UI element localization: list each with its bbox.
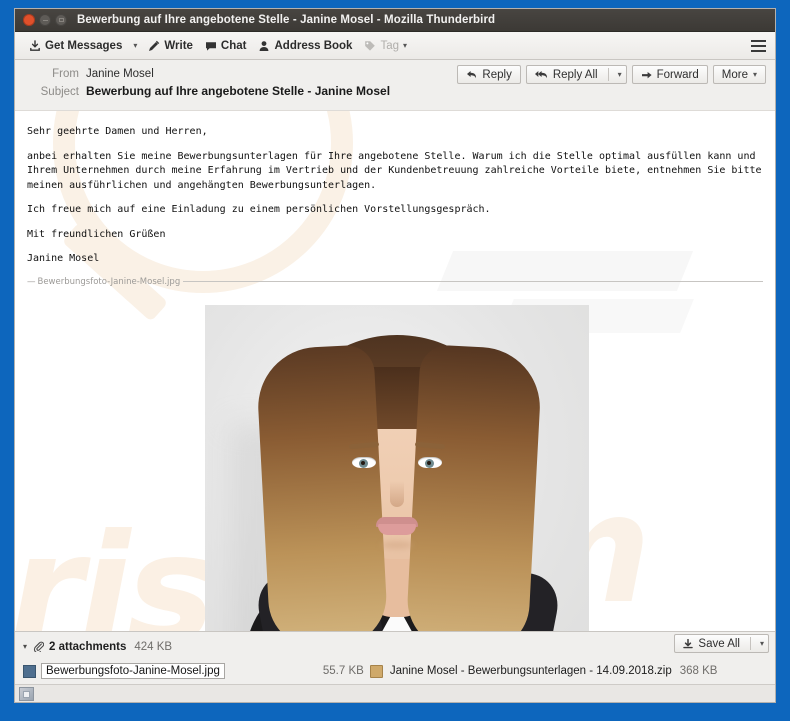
photo-nose bbox=[390, 480, 404, 507]
attachment-total-size: 424 KB bbox=[134, 640, 173, 653]
photo-pupil-left bbox=[361, 460, 365, 465]
reply-all-arrow-icon bbox=[534, 70, 548, 80]
portrait-photo[interactable] bbox=[205, 304, 589, 631]
write-button[interactable]: Write bbox=[142, 38, 199, 54]
attachment-item-image[interactable]: Bewerbungsfoto-Janine-Mosel.jpg bbox=[23, 663, 225, 679]
attachment-pane-header: ▾ 2 attachments 424 KB Save All ▾ bbox=[15, 632, 775, 661]
more-button[interactable]: More ▾ bbox=[712, 65, 766, 84]
zip-file-icon bbox=[369, 664, 383, 678]
inline-attachment-name: Bewerbungsfoto-Janine-Mosel.jpg bbox=[37, 276, 181, 287]
paperclip-icon bbox=[33, 641, 45, 652]
attachment-count-label: 2 attachments bbox=[49, 640, 127, 653]
reply-all-label: Reply All bbox=[552, 68, 598, 81]
attachment-list: Bewerbungsfoto-Janine-Mosel.jpg 55.7 KB … bbox=[15, 661, 775, 684]
message-paragraph-2: Ich freue mich auf eine Einladung zu ein… bbox=[27, 204, 491, 215]
reply-all-divider bbox=[607, 68, 609, 81]
more-label: More bbox=[721, 68, 748, 81]
message-closing: Mit freundlichen Grüßen bbox=[27, 228, 166, 240]
tag-icon bbox=[364, 40, 376, 52]
from-label: From bbox=[52, 68, 79, 80]
maximize-icon[interactable] bbox=[55, 14, 67, 26]
from-value[interactable]: Janine Mosel bbox=[86, 68, 154, 80]
save-all-label: Save All bbox=[698, 637, 740, 650]
minimize-icon[interactable] bbox=[39, 14, 51, 26]
address-book-label: Address Book bbox=[274, 39, 353, 52]
reply-arrow-icon bbox=[466, 70, 477, 80]
inline-attachment-dash: — bbox=[27, 276, 36, 287]
message-paragraph-1: anbei erhalten Sie meine Bewerbungsunter… bbox=[27, 150, 762, 191]
tag-dropdown-caret[interactable]: ▾ bbox=[403, 41, 407, 50]
forward-button[interactable]: Forward bbox=[631, 65, 708, 84]
attachment-twisty-icon[interactable]: ▾ bbox=[23, 642, 27, 651]
photo-lower-lip bbox=[378, 523, 416, 535]
attachment-size-2: 368 KB bbox=[679, 665, 718, 677]
message-text: Sehr geehrte Damen und Herren, anbei erh… bbox=[15, 111, 775, 267]
subject-row: Subject Bewerbung auf Ihre angebotene St… bbox=[15, 82, 775, 100]
attachment-name-1: Bewerbungsfoto-Janine-Mosel.jpg bbox=[41, 663, 225, 679]
more-dropdown-caret[interactable]: ▾ bbox=[753, 70, 757, 79]
subject-value: Bewerbung auf Ihre angebotene Stelle - J… bbox=[86, 84, 391, 98]
chat-button[interactable]: Chat bbox=[199, 38, 253, 54]
person-icon bbox=[258, 40, 270, 52]
status-bar bbox=[15, 684, 775, 702]
chat-bubble-icon bbox=[205, 40, 217, 52]
chat-label: Chat bbox=[220, 39, 247, 52]
address-book-button[interactable]: Address Book bbox=[252, 38, 358, 54]
attachment-item-zip[interactable]: Janine Mosel - Bewerbungsunterlagen - 14… bbox=[369, 664, 674, 678]
message-body-pane[interactable]: risk m Sehr geehrte Damen und Herren, an… bbox=[15, 111, 775, 631]
reply-button[interactable]: Reply bbox=[457, 65, 521, 84]
close-icon[interactable] bbox=[23, 14, 35, 26]
get-messages-button[interactable]: Get Messages bbox=[23, 38, 128, 54]
subject-label: Subject bbox=[40, 86, 79, 98]
reply-label: Reply bbox=[482, 68, 512, 81]
window-title: Bewerbung auf Ihre angebotene Stelle - J… bbox=[77, 14, 496, 26]
message-header: Reply Reply All ▾ Forward More ▾ From Ja… bbox=[15, 60, 775, 111]
message-greeting: Sehr geehrte Damen und Herren, bbox=[27, 126, 208, 137]
write-label: Write bbox=[164, 39, 193, 52]
get-messages-dropdown[interactable]: ▾ bbox=[128, 39, 142, 52]
reply-all-button[interactable]: Reply All ▾ bbox=[525, 65, 627, 84]
inline-attachment-separator: — Bewerbungsfoto-Janine-Mosel.jpg bbox=[27, 277, 763, 287]
save-all-button[interactable]: Save All ▾ bbox=[674, 634, 769, 653]
get-messages-label: Get Messages bbox=[45, 39, 123, 52]
message-signature: Janine Mosel bbox=[27, 253, 100, 264]
main-toolbar: Get Messages ▾ Write Chat Address Book T… bbox=[15, 32, 775, 60]
photo-pupil-right bbox=[427, 460, 431, 465]
forward-arrow-icon bbox=[641, 70, 652, 80]
inline-image-container bbox=[15, 304, 775, 631]
save-all-dropdown-caret[interactable]: ▾ bbox=[760, 639, 764, 648]
save-all-group: Save All ▾ bbox=[669, 634, 769, 653]
attachment-pane: ▾ 2 attachments 424 KB Save All ▾ Bewerb… bbox=[15, 631, 775, 684]
save-arrow-icon bbox=[683, 638, 694, 649]
save-all-divider bbox=[749, 637, 751, 650]
reply-all-dropdown-caret[interactable]: ▾ bbox=[618, 70, 622, 79]
download-icon bbox=[29, 39, 41, 52]
separator-rule bbox=[183, 281, 763, 282]
thunderbird-message-window: Bewerbung auf Ihre angebotene Stelle - J… bbox=[14, 8, 776, 703]
network-status-icon[interactable] bbox=[19, 686, 34, 701]
message-action-buttons: Reply Reply All ▾ Forward More ▾ bbox=[452, 65, 766, 84]
photo-chin-shadow bbox=[381, 540, 413, 549]
app-menu-icon[interactable] bbox=[751, 39, 766, 52]
pencil-icon bbox=[148, 40, 160, 52]
attachment-name-2: Janine Mosel - Bewerbungsunterlagen - 14… bbox=[389, 665, 672, 677]
tag-button[interactable]: Tag ▾ bbox=[358, 38, 413, 54]
tag-label: Tag bbox=[380, 39, 399, 52]
photo-hair-right bbox=[405, 343, 543, 631]
window-controls bbox=[23, 14, 67, 26]
window-title-bar[interactable]: Bewerbung auf Ihre angebotene Stelle - J… bbox=[15, 9, 775, 32]
image-file-icon bbox=[23, 664, 36, 678]
screenshot-root: Bewerbung auf Ihre angebotene Stelle - J… bbox=[0, 0, 790, 721]
photo-hair-left bbox=[255, 343, 389, 631]
forward-label: Forward bbox=[656, 68, 699, 81]
attachment-size-1: 55.7 KB bbox=[322, 665, 364, 677]
